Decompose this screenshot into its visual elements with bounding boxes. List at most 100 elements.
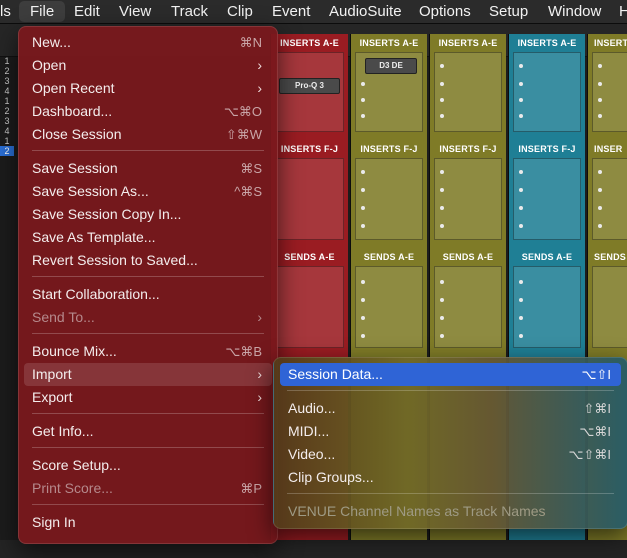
insert-slot[interactable]: [440, 188, 444, 192]
sends-ae-section[interactable]: [434, 266, 502, 348]
insert-slot[interactable]: [361, 114, 365, 118]
track-number[interactable]: 4: [0, 86, 14, 96]
track-number[interactable]: 2: [0, 106, 14, 116]
insert-slot[interactable]: [519, 98, 523, 102]
insert-slot[interactable]: [519, 188, 523, 192]
insert-slot[interactable]: [598, 206, 602, 210]
insert-slot[interactable]: [519, 170, 523, 174]
menu-item-get-info[interactable]: Get Info...: [24, 420, 272, 443]
menu-item-save-session-as[interactable]: Save Session As... ^⌘S: [24, 180, 272, 203]
menu-item-start-collaboration[interactable]: Start Collaboration...: [24, 283, 272, 306]
menu-item-import[interactable]: Import ›: [24, 363, 272, 386]
insert-slot[interactable]: [361, 170, 365, 174]
menu-item-sign-in[interactable]: Sign In: [24, 511, 272, 534]
menubar-edit[interactable]: Edit: [74, 0, 100, 23]
menubar-file[interactable]: File: [19, 1, 66, 22]
menubar-app-name[interactable]: ls: [0, 0, 11, 23]
menu-item-midi[interactable]: MIDI... ⌥⌘I: [280, 420, 621, 443]
insert-slot[interactable]: [361, 224, 365, 228]
menu-item-open-recent[interactable]: Open Recent ›: [24, 77, 272, 100]
send-slot[interactable]: [361, 298, 365, 302]
menu-item-revert-session[interactable]: Revert Session to Saved...: [24, 249, 272, 272]
send-slot[interactable]: [519, 334, 523, 338]
menubar-setup[interactable]: Setup: [489, 0, 528, 23]
insert-slot[interactable]: [440, 114, 444, 118]
track-number[interactable]: 4: [0, 126, 14, 136]
menu-item-save-session[interactable]: Save Session ⌘S: [24, 157, 272, 180]
plugin-insert[interactable]: D3 DE: [365, 58, 417, 74]
insert-slot[interactable]: [598, 114, 602, 118]
send-slot[interactable]: [440, 280, 444, 284]
menu-item-bounce-mix[interactable]: Bounce Mix... ⌥⌘B: [24, 340, 272, 363]
insert-slot[interactable]: [519, 64, 523, 68]
insert-slot[interactable]: [519, 114, 523, 118]
track-number-selected[interactable]: 2: [0, 146, 14, 156]
send-slot[interactable]: [440, 334, 444, 338]
menu-item-clip-groups[interactable]: Clip Groups...: [280, 466, 621, 489]
menu-item-new[interactable]: New... ⌘N: [24, 31, 272, 54]
insert-slot[interactable]: [361, 206, 365, 210]
send-slot[interactable]: [361, 334, 365, 338]
menubar-track[interactable]: Track: [171, 0, 208, 23]
sends-ae-section[interactable]: [513, 266, 581, 348]
insert-slot[interactable]: [440, 64, 444, 68]
insert-slot[interactable]: [361, 98, 365, 102]
insert-slot[interactable]: [440, 206, 444, 210]
send-slot[interactable]: [519, 280, 523, 284]
menubar-view[interactable]: View: [119, 0, 151, 23]
plugin-insert[interactable]: Pro-Q 3: [279, 78, 340, 94]
insert-slot[interactable]: [440, 170, 444, 174]
insert-slot[interactable]: [519, 82, 523, 86]
menubar-window[interactable]: Window: [548, 0, 601, 23]
send-slot[interactable]: [440, 298, 444, 302]
menu-item-save-as-template[interactable]: Save As Template...: [24, 226, 272, 249]
sends-ae-section[interactable]: [275, 266, 344, 348]
sends-ae-section[interactable]: [592, 266, 627, 348]
menu-item-dashboard[interactable]: Dashboard... ⌥⌘O: [24, 100, 272, 123]
send-slot[interactable]: [361, 280, 365, 284]
insert-slot[interactable]: [598, 82, 602, 86]
menu-item-print-score[interactable]: Print Score... ⌘P: [24, 477, 272, 500]
insert-slot[interactable]: [519, 224, 523, 228]
track-number[interactable]: 1: [0, 136, 14, 146]
menu-item-audio[interactable]: Audio... ⇧⌘I: [280, 397, 621, 420]
menubar-options[interactable]: Options: [419, 0, 471, 23]
menu-item-open[interactable]: Open ›: [24, 54, 272, 77]
send-slot[interactable]: [361, 316, 365, 320]
menu-item-score-setup[interactable]: Score Setup...: [24, 454, 272, 477]
insert-slot[interactable]: [598, 98, 602, 102]
insert-slot[interactable]: [361, 188, 365, 192]
menu-item-video[interactable]: Video... ⌥⇧⌘I: [280, 443, 621, 466]
track-number[interactable]: 1: [0, 56, 14, 66]
menu-item-session-data[interactable]: Session Data... ⌥⇧I: [280, 363, 621, 386]
send-slot[interactable]: [519, 316, 523, 320]
inserts-ae-section[interactable]: [592, 52, 627, 132]
menu-item-venue-channel-names[interactable]: VENUE Channel Names as Track Names: [280, 500, 621, 523]
sends-ae-section[interactable]: [355, 266, 423, 348]
menu-item-save-session-copy-in[interactable]: Save Session Copy In...: [24, 203, 272, 226]
menubar-audiosuite[interactable]: AudioSuite: [329, 0, 402, 23]
send-slot[interactable]: [519, 298, 523, 302]
inserts-fj-section[interactable]: [355, 158, 423, 240]
insert-slot[interactable]: [361, 82, 365, 86]
inserts-fj-section[interactable]: [275, 158, 344, 240]
track-number[interactable]: 3: [0, 116, 14, 126]
menu-item-close-session[interactable]: Close Session ⇧⌘W: [24, 123, 272, 146]
insert-slot[interactable]: [598, 188, 602, 192]
insert-slot[interactable]: [440, 224, 444, 228]
menu-item-export[interactable]: Export ›: [24, 386, 272, 409]
insert-slot[interactable]: [598, 224, 602, 228]
menubar-clip[interactable]: Clip: [227, 0, 253, 23]
track-number[interactable]: 1: [0, 96, 14, 106]
menu-item-send-to[interactable]: Send To... ›: [24, 306, 272, 329]
menubar-help[interactable]: H: [619, 0, 627, 23]
insert-slot[interactable]: [598, 64, 602, 68]
send-slot[interactable]: [440, 316, 444, 320]
track-number[interactable]: 3: [0, 76, 14, 86]
menubar-event[interactable]: Event: [272, 0, 310, 23]
inserts-fj-section[interactable]: [434, 158, 502, 240]
inserts-ae-section[interactable]: [434, 52, 502, 132]
insert-slot[interactable]: [519, 206, 523, 210]
track-number[interactable]: 2: [0, 66, 14, 76]
inserts-fj-section[interactable]: [513, 158, 581, 240]
